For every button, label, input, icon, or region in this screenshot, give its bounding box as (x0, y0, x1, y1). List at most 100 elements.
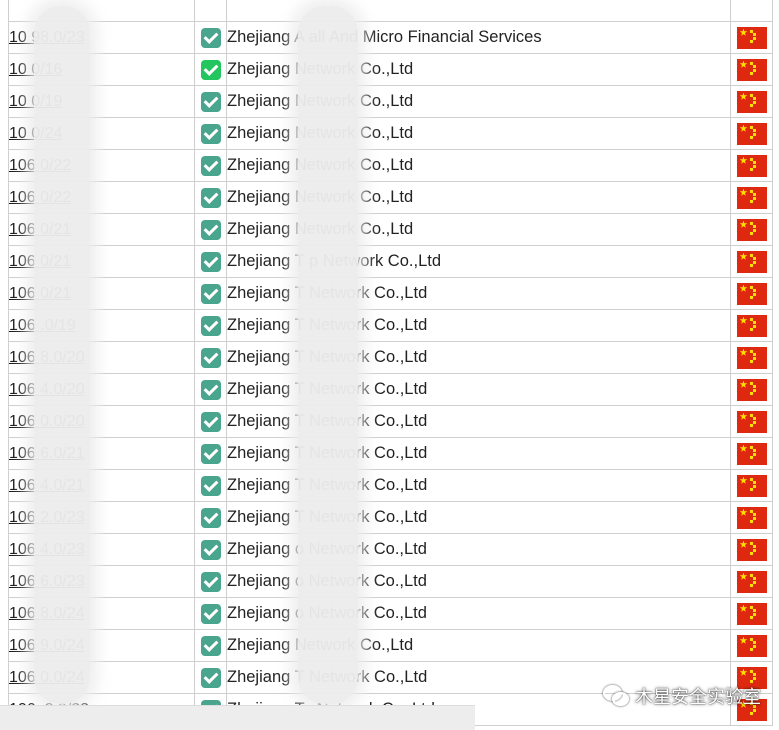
china-flag-icon (736, 90, 767, 113)
china-flag-icon (736, 218, 767, 241)
checkmark-icon (200, 443, 221, 464)
ip-prefix-table-body: 10 98.0/23Zhejiang A all And Micro Finan… (8, 0, 773, 726)
check-cell (194, 117, 227, 150)
flag-cell (730, 501, 773, 534)
checkmark-icon (200, 347, 221, 368)
flag-cell (730, 245, 773, 278)
table-row: 106 0/21Zhejiang T p Network Co.,Ltd (8, 245, 773, 278)
flag-cell (730, 309, 773, 342)
checkmark-icon (200, 155, 221, 176)
china-flag-icon (736, 122, 767, 145)
check-cell (194, 149, 227, 182)
checkmark-icon (200, 475, 221, 496)
china-flag-icon (736, 442, 767, 465)
table-row: 106 4.0/20Zhejiang T Network Co.,Ltd (8, 373, 773, 406)
check-cell (194, 405, 227, 438)
checkmark-icon (200, 411, 221, 432)
checkmark-icon (200, 187, 221, 208)
check-cell (194, 181, 227, 214)
check-cell (194, 629, 227, 662)
table-row: 106 0/22Zhejiang Network Co.,Ltd (8, 149, 773, 182)
checkmark-icon (200, 539, 221, 560)
check-cell (194, 437, 227, 470)
checkmark-icon (200, 571, 221, 592)
privacy-blur-prefix (34, 6, 90, 704)
flag-cell (730, 117, 773, 150)
check-cell (194, 0, 227, 22)
china-flag-icon (736, 506, 767, 529)
check-cell (194, 213, 227, 246)
china-flag-icon (736, 410, 767, 433)
table-row: 10 0/19Zhejiang Network Co.,Ltd (8, 85, 773, 118)
checkmark-icon (200, 635, 221, 656)
china-flag-icon (736, 186, 767, 209)
check-cell (194, 373, 227, 406)
checkmark-icon (200, 315, 221, 336)
flag-cell (730, 597, 773, 630)
privacy-blur-org (298, 6, 358, 704)
checkmark-icon (200, 123, 221, 144)
flag-cell (730, 181, 773, 214)
table-row: 106 4.0/21Zhejiang T Network Co.,Ltd (8, 469, 773, 502)
check-cell (194, 661, 227, 694)
flag-cell (730, 149, 773, 182)
table-row: 106 0.0/20Zhejiang T Network Co.,Ltd (8, 405, 773, 438)
flag-cell (730, 213, 773, 246)
check-cell (194, 597, 227, 630)
china-flag-icon (736, 314, 767, 337)
china-flag-icon (736, 474, 767, 497)
china-flag-icon (736, 282, 767, 305)
china-flag-icon (736, 602, 767, 625)
checkmark-icon (200, 379, 221, 400)
china-flag-icon (736, 538, 767, 561)
table-row: 106 6.0/21Zhejiang T Network Co.,Ltd (8, 437, 773, 470)
checkmark-icon (200, 91, 221, 112)
checkmark-icon (200, 667, 221, 688)
flag-cell (730, 469, 773, 502)
page-viewport: 10 98.0/23Zhejiang A all And Micro Finan… (0, 0, 779, 730)
flag-cell (730, 21, 773, 54)
check-cell (194, 53, 227, 86)
flag-cell (730, 565, 773, 598)
check-cell (194, 85, 227, 118)
table-row: 106 .0/19Zhejiang T Network Co.,Ltd (8, 309, 773, 342)
flag-cell (730, 405, 773, 438)
china-flag-icon (736, 634, 767, 657)
table-row: 10 0/24Zhejiang Network Co.,Ltd (8, 117, 773, 150)
china-flag-icon (736, 346, 767, 369)
china-flag-icon (736, 378, 767, 401)
check-cell (194, 341, 227, 374)
checkmark-icon (200, 251, 221, 272)
check-cell (194, 309, 227, 342)
check-cell (194, 277, 227, 310)
table-row: 106 9.0/24Zhejiang Network Co.,Ltd (8, 629, 773, 662)
checkmark-icon (200, 603, 221, 624)
wechat-icon (603, 685, 629, 707)
flag-cell (730, 277, 773, 310)
table-row: 10 0/16Zhejiang Network Co.,Ltd (8, 53, 773, 86)
table-row: 106 4.0/23Zhejiang o Network Co.,Ltd (8, 533, 773, 566)
checkmark-icon (200, 507, 221, 528)
watermark-text: 木星安全实验室 (635, 687, 761, 708)
flag-cell (730, 533, 773, 566)
checkmark-icon (200, 27, 221, 48)
check-cell (194, 21, 227, 54)
flag-cell (730, 53, 773, 86)
china-flag-icon (736, 58, 767, 81)
checkmark-icon (200, 219, 221, 240)
check-cell (194, 565, 227, 598)
flag-cell (730, 437, 773, 470)
ip-prefix-table: 10 98.0/23Zhejiang A all And Micro Finan… (8, 0, 773, 726)
table-row: 106 0/22Zhejiang Network Co.,Ltd (8, 181, 773, 214)
flag-cell (730, 85, 773, 118)
check-cell (194, 245, 227, 278)
check-cell (194, 533, 227, 566)
check-cell (194, 501, 227, 534)
watermark: 木星安全实验室 (603, 681, 761, 711)
table-row: 106 0/21Zhejiang T Network Co.,Ltd (8, 277, 773, 310)
table-row: 106 2.0/23Zhejiang T Network Co.,Ltd (8, 501, 773, 534)
table-row: 106 8.0/20Zhejiang T Network Co.,Ltd (8, 341, 773, 374)
bottom-scroll-bar[interactable] (0, 705, 475, 730)
flag-cell (730, 0, 773, 22)
table-row: 106 0/21Zhejiang Network Co.,Ltd (8, 213, 773, 246)
